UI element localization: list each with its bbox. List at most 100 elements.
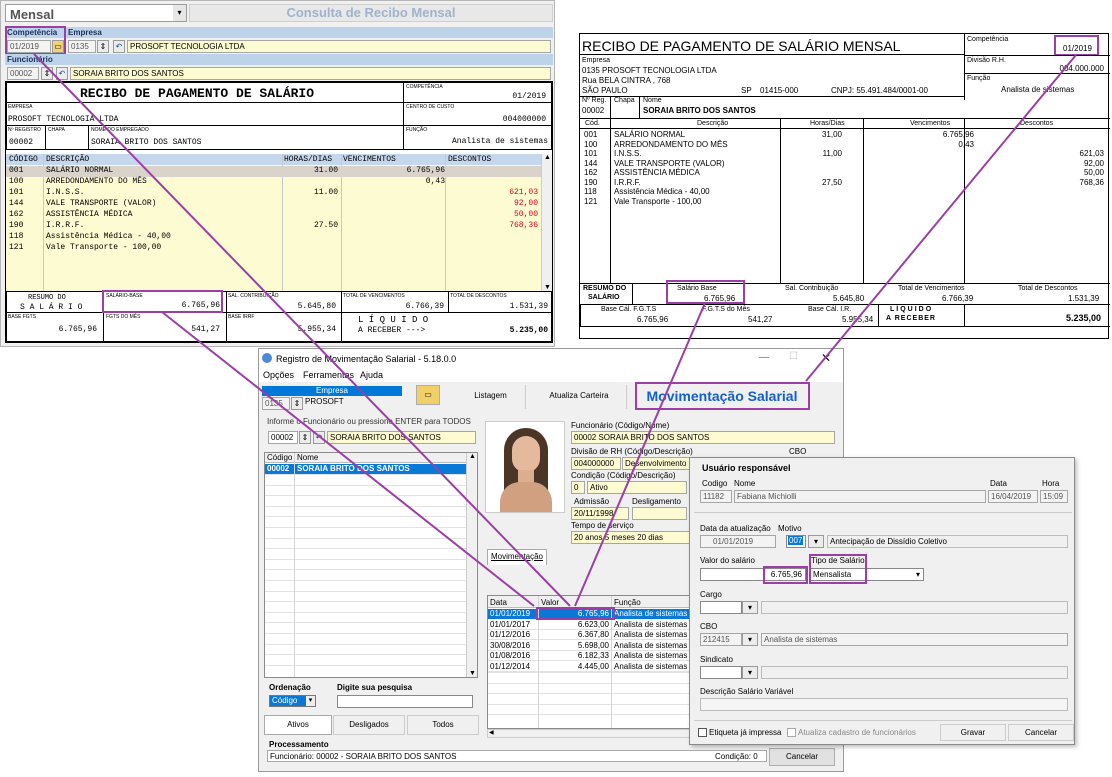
row-desconto: 50,00 xyxy=(513,210,538,219)
cargo-input[interactable] xyxy=(700,601,742,614)
banner-title: Movimentação Salarial xyxy=(646,388,798,404)
grid-row-line xyxy=(265,633,466,634)
dialog-cancelar-button[interactable]: Cancelar xyxy=(1008,724,1074,741)
chevron-down-icon: ▾ xyxy=(747,635,752,644)
motivo-dropdown[interactable]: ▾ xyxy=(808,535,824,548)
grid-row-line xyxy=(488,714,698,715)
empresa-label: Empresa xyxy=(68,28,102,37)
motivo-desc: Antecipação de Dissídio Coletivo xyxy=(827,535,1068,548)
usuario-hora: 15:09 xyxy=(1040,490,1068,503)
row-codigo: 162 xyxy=(9,210,24,219)
table-row[interactable]: 01/08/2016 6.182,33 Analista de sistemas xyxy=(488,651,698,661)
periodo-select-value: Mensal xyxy=(10,7,55,22)
grid-scrollbar[interactable]: ▲ ▼ xyxy=(466,453,477,677)
condicao-status: Condição: 0 xyxy=(715,752,758,761)
desc-variavel-input[interactable] xyxy=(700,698,1068,711)
competencia-input[interactable]: 01/2019 xyxy=(7,40,51,53)
undo-icon[interactable]: ↶ xyxy=(313,431,325,444)
menu-opcoes[interactable]: Opções xyxy=(263,370,294,380)
grid-selected-row[interactable]: 00002 SORAIA BRITO DOS SANTOS xyxy=(265,464,466,474)
sindicato-dropdown[interactable]: ▾ xyxy=(742,666,758,679)
funcionario-grid[interactable]: Código Nome 00002 SORAIA BRITO DOS SANTO… xyxy=(264,452,478,678)
cargo-dropdown[interactable]: ▾ xyxy=(742,601,758,614)
func-field: 00002 SORAIA BRITO DOS SANTOS xyxy=(571,431,835,444)
cbo-dropdown[interactable]: ▾ xyxy=(742,633,758,646)
cancelar-button[interactable]: Cancelar xyxy=(769,748,835,766)
tab-desligados[interactable]: Desligados xyxy=(333,715,405,735)
mov-data: 30/08/2016 xyxy=(490,640,531,650)
atualiza-cadastro-checkbox[interactable] xyxy=(787,728,796,737)
row-desconto: 768,36 xyxy=(509,221,538,230)
tipo-salario-select[interactable]: Mensalista ▾ xyxy=(810,568,924,581)
motivo-code-input[interactable]: 007 xyxy=(786,535,806,548)
pesquisa-input[interactable] xyxy=(337,695,473,708)
row-desconto: 92,00 xyxy=(1083,158,1104,168)
row-codigo: 100 xyxy=(584,139,598,149)
empresa-code-input[interactable]: 0135 xyxy=(68,40,96,53)
table-row[interactable]: 01/12/2016 6.367,80 Analista de sistemas xyxy=(488,630,698,640)
spin-icon[interactable]: ⇕ xyxy=(41,67,53,80)
mov-valor: 6.623,00 xyxy=(577,619,609,629)
row-codigo: 162 xyxy=(584,168,598,177)
scroll-down-icon[interactable]: ▼ xyxy=(469,670,476,677)
close-icon[interactable]: ✕ xyxy=(821,351,831,365)
cbo-desc: Analista de sistemas xyxy=(761,633,1068,646)
row-descricao: Assistência Médica - 40,00 xyxy=(46,232,171,241)
scroll-up-icon[interactable]: ▲ xyxy=(469,453,476,460)
grid-row-line xyxy=(265,622,466,624)
tab-movimentacao[interactable]: Movimentação xyxy=(487,549,547,565)
row-desconto: 768,36 xyxy=(1079,177,1104,187)
spin-icon[interactable]: ⇕ xyxy=(299,431,311,444)
table-row[interactable]: 30/08/2016 5.698,00 Analista de sistemas xyxy=(488,641,698,651)
menu-ferramentas[interactable]: Ferramentas xyxy=(303,370,354,380)
grid-row-line xyxy=(265,611,466,613)
etiqueta-checkbox[interactable] xyxy=(698,728,707,737)
gravar-button[interactable]: Gravar xyxy=(940,724,1006,741)
folder-icon[interactable]: ▭ xyxy=(52,40,64,53)
table-row[interactable]: 01/01/2019 6.765,96 Analista de sistemas xyxy=(488,609,698,619)
row-horas: 31.00 xyxy=(313,166,338,175)
empresa-code[interactable]: 0135 xyxy=(262,397,290,410)
listagem-button[interactable]: Listagem xyxy=(456,385,526,409)
sindicato-input[interactable] xyxy=(700,666,742,679)
ordenacao-select[interactable]: Código ▾ xyxy=(269,695,316,707)
grid-row-line xyxy=(265,537,466,539)
folder-button[interactable]: ▭ xyxy=(416,385,440,405)
table-row[interactable]: 01/01/2017 6.623,00 Analista de sistemas xyxy=(488,620,698,630)
row-desconto: 621,03 xyxy=(1079,149,1104,158)
undo-icon[interactable]: ↶ xyxy=(56,67,68,80)
recibo-table[interactable]: CÓDIGO DESCRIÇÃO HORAS/DIAS VENCIMENTOS … xyxy=(6,154,541,291)
table-row[interactable]: 01/12/2014 4.445,00 Analista de sistemas xyxy=(488,662,698,672)
recibo-mensal-print: RECIBO DE PAGAMENTO DE SALÁRIO MENSAL Co… xyxy=(579,33,1110,339)
scroll-down-icon[interactable]: ▼ xyxy=(544,284,551,291)
periodo-select[interactable]: Mensal ▾ xyxy=(5,4,187,22)
funcionario-code-input[interactable]: 00002 xyxy=(7,67,39,80)
undo-icon[interactable]: ↶ xyxy=(113,40,125,53)
tab-todos[interactable]: Todos xyxy=(407,715,479,735)
menu-ajuda[interactable]: Ajuda xyxy=(360,370,383,380)
liquido-value: 5.235,00 xyxy=(509,326,548,335)
maximize-icon[interactable]: ☐ xyxy=(789,351,798,362)
valor-salario-input[interactable]: 6.765,96 xyxy=(700,568,806,581)
mov-hscroll[interactable]: ◀ ▶ xyxy=(487,729,699,738)
minimize-icon[interactable]: — xyxy=(759,352,769,363)
tab-ativos[interactable]: Ativos xyxy=(264,715,332,735)
usuario-codigo: 11182 xyxy=(700,490,732,503)
movimentacao-grid[interactable]: Data Valor Função 01/01/2019 6.765,96 Anal… xyxy=(487,595,699,729)
scrollbar[interactable]: ▲ ▼ xyxy=(541,154,552,291)
spin-icon[interactable]: ⇕ xyxy=(291,397,303,410)
row-codigo: 190 xyxy=(584,177,598,187)
grid-row-line xyxy=(265,548,466,550)
scroll-left-icon: ◀ xyxy=(489,730,494,736)
data-atualizacao-input[interactable]: 01/01/2019 xyxy=(700,535,776,548)
scroll-up-icon[interactable]: ▲ xyxy=(544,154,551,161)
mov-funcao: Analista de sistemas xyxy=(614,651,688,660)
grid-row-line xyxy=(265,664,466,666)
row-desconto: 621,03 xyxy=(509,188,538,197)
spin-icon[interactable]: ⇕ xyxy=(97,40,109,53)
atualiza-carteira-button[interactable]: Atualiza Carteira xyxy=(532,385,627,409)
funcionario-code[interactable]: 00002 xyxy=(268,431,298,444)
row-descricao: Vale Transporte - 100,00 xyxy=(614,196,702,206)
grid-row-line xyxy=(265,484,466,486)
grid-row-line xyxy=(265,601,466,603)
